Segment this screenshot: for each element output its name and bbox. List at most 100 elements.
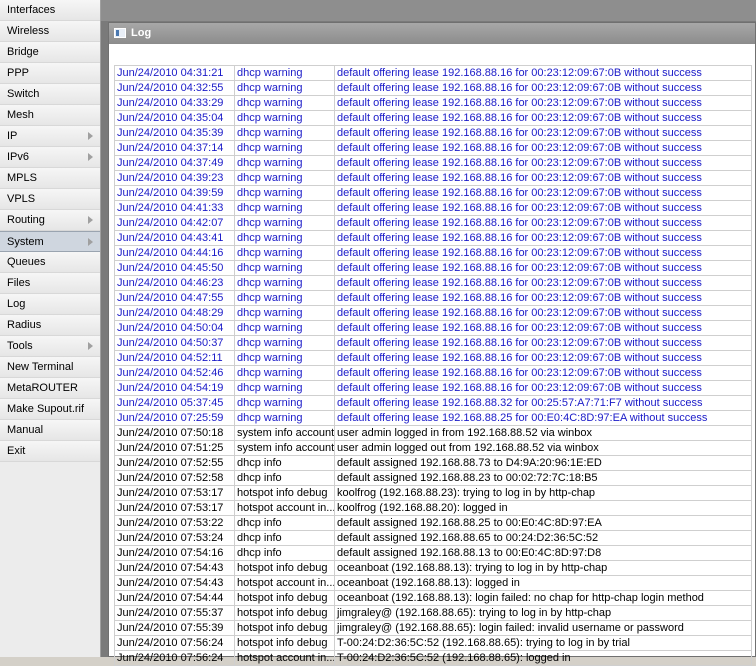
log-row[interactable]: Jun/24/2010 04:35:04 dhcp warning default …	[114, 110, 752, 126]
log-row[interactable]: Jun/24/2010 04:37:49 dhcp warning default …	[114, 155, 752, 171]
log-row[interactable]: Jun/24/2010 04:37:14 dhcp warning default …	[114, 140, 752, 156]
log-row[interactable]: Jun/24/2010 04:43:41 dhcp warning default …	[114, 230, 752, 246]
log-row[interactable]: Jun/24/2010 07:55:39 hotspot info debug ji…	[114, 620, 752, 636]
log-row[interactable]: Jun/24/2010 04:44:16 dhcp warning default …	[114, 245, 752, 261]
sidebar-item-label: Mesh	[7, 109, 34, 121]
log-topics: dhcp info	[234, 470, 335, 486]
log-row[interactable]: Jun/24/2010 07:53:24 dhcp info default ass…	[114, 530, 752, 546]
window-titlebar[interactable]: Log	[109, 23, 755, 44]
log-row[interactable]: Jun/24/2010 04:33:29 dhcp warning default …	[114, 95, 752, 111]
sidebar-item-metarouter[interactable]: MetaROUTER	[0, 378, 100, 399]
log-message: default offering lease 192.168.88.16 for…	[334, 170, 752, 186]
sidebar-item-wireless[interactable]: Wireless	[0, 21, 100, 42]
log-row[interactable]: Jun/24/2010 07:25:59 dhcp warning default …	[114, 410, 752, 426]
log-row[interactable]: Jun/24/2010 04:48:29 dhcp warning default …	[114, 305, 752, 321]
log-topics: dhcp warning	[234, 65, 335, 81]
sidebar-item-interfaces[interactable]: Interfaces	[0, 0, 100, 21]
sidebar-item-mpls[interactable]: MPLS	[0, 168, 100, 189]
log-time: Jun/24/2010 07:56:24	[114, 635, 235, 651]
log-topics: dhcp info	[234, 530, 335, 546]
log-time: Jun/24/2010 04:50:04	[114, 320, 235, 336]
log-row[interactable]: Jun/24/2010 04:42:07 dhcp warning default …	[114, 215, 752, 231]
log-time: Jun/24/2010 07:55:37	[114, 605, 235, 621]
sidebar-item-exit[interactable]: Exit	[0, 441, 100, 462]
log-message: default offering lease 192.168.88.16 for…	[334, 140, 752, 156]
log-topics: dhcp warning	[234, 275, 335, 291]
log-time: Jun/24/2010 04:37:49	[114, 155, 235, 171]
log-message: default offering lease 192.168.88.16 for…	[334, 155, 752, 171]
log-row[interactable]: Jun/24/2010 07:53:22 dhcp info default ass…	[114, 515, 752, 531]
log-row[interactable]: Jun/24/2010 04:46:23 dhcp warning default …	[114, 275, 752, 291]
log-row[interactable]: Jun/24/2010 05:37:45 dhcp warning default …	[114, 395, 752, 411]
sidebar-item-ipv6[interactable]: IPv6	[0, 147, 100, 168]
log-topics: dhcp warning	[234, 230, 335, 246]
log-time: Jun/24/2010 07:54:43	[114, 575, 235, 591]
log-row[interactable]: Jun/24/2010 04:52:11 dhcp warning default …	[114, 350, 752, 366]
sidebar-item-routing[interactable]: Routing	[0, 210, 100, 231]
log-row[interactable]: Jun/24/2010 04:52:46 dhcp warning default …	[114, 365, 752, 381]
sidebar-item-make-supout-rif[interactable]: Make Supout.rif	[0, 399, 100, 420]
log-topics: hotspot info debug	[234, 620, 335, 636]
log-topics: dhcp warning	[234, 350, 335, 366]
log-row[interactable]: Jun/24/2010 07:54:16 dhcp info default ass…	[114, 545, 752, 561]
log-row[interactable]: Jun/24/2010 04:39:59 dhcp warning default …	[114, 185, 752, 201]
log-topics: dhcp warning	[234, 395, 335, 411]
log-topics: hotspot info debug	[234, 635, 335, 651]
log-row[interactable]: Jun/24/2010 07:51:25 system info account u…	[114, 440, 752, 456]
log-topics: dhcp warning	[234, 320, 335, 336]
log-row[interactable]: Jun/24/2010 07:53:17 hotspot info debug ko…	[114, 485, 752, 501]
sidebar-item-manual[interactable]: Manual	[0, 420, 100, 441]
log-time: Jun/24/2010 05:37:45	[114, 395, 235, 411]
log-time: Jun/24/2010 04:41:33	[114, 200, 235, 216]
sidebar-item-ip[interactable]: IP	[0, 126, 100, 147]
log-row[interactable]: Jun/24/2010 07:52:58 dhcp info default ass…	[114, 470, 752, 486]
log-row[interactable]: Jun/24/2010 07:54:44 hotspot info debug oc…	[114, 590, 752, 606]
submenu-arrow-icon	[88, 153, 93, 161]
log-message: koolfrog (192.168.88.23): trying to log …	[334, 485, 752, 501]
sidebar-item-system[interactable]: System	[0, 231, 100, 252]
sidebar-item-bridge[interactable]: Bridge	[0, 42, 100, 63]
sidebar-item-label: VPLS	[7, 193, 36, 205]
sidebar-item-tools[interactable]: Tools	[0, 336, 100, 357]
log-row[interactable]: Jun/24/2010 04:50:04 dhcp warning default …	[114, 320, 752, 336]
log-row[interactable]: Jun/24/2010 07:54:43 hotspot info debug oc…	[114, 560, 752, 576]
submenu-arrow-icon	[88, 342, 93, 350]
log-window: Log Jun/24/2010 04:31:21 dhcp warning defa…	[108, 22, 756, 666]
log-row[interactable]: Jun/24/2010 07:56:24 hotspot account in..…	[114, 650, 752, 666]
log-row[interactable]: Jun/24/2010 04:45:50 dhcp warning default …	[114, 260, 752, 276]
log-row[interactable]: Jun/24/2010 07:53:17 hotspot account in..…	[114, 500, 752, 516]
log-topics: hotspot info debug	[234, 560, 335, 576]
log-row[interactable]: Jun/24/2010 07:52:55 dhcp info default ass…	[114, 455, 752, 471]
log-row[interactable]: Jun/24/2010 07:55:37 hotspot info debug ji…	[114, 605, 752, 621]
sidebar-item-switch[interactable]: Switch	[0, 84, 100, 105]
log-time: Jun/24/2010 07:55:39	[114, 620, 235, 636]
sidebar-item-new-terminal[interactable]: New Terminal	[0, 357, 100, 378]
sidebar-item-mesh[interactable]: Mesh	[0, 105, 100, 126]
sidebar-item-label: Tools	[7, 340, 33, 352]
sidebar-item-queues[interactable]: Queues	[0, 252, 100, 273]
log-row[interactable]: Jun/24/2010 07:56:24 hotspot info debug T-…	[114, 635, 752, 651]
log-topics: hotspot account in...	[234, 650, 335, 666]
log-topics: dhcp warning	[234, 140, 335, 156]
log-topics: dhcp warning	[234, 260, 335, 276]
sidebar-item-vpls[interactable]: VPLS	[0, 189, 100, 210]
sidebar-item-log[interactable]: Log	[0, 294, 100, 315]
log-row[interactable]: Jun/24/2010 04:54:19 dhcp warning default …	[114, 380, 752, 396]
log-message: default assigned 192.168.88.23 to 00:02:…	[334, 470, 752, 486]
log-row[interactable]: Jun/24/2010 07:50:18 system info account u…	[114, 425, 752, 441]
sidebar-item-radius[interactable]: Radius	[0, 315, 100, 336]
sidebar-item-label: PPP	[7, 67, 30, 79]
log-row[interactable]: Jun/24/2010 04:39:23 dhcp warning default …	[114, 170, 752, 186]
log-row[interactable]: Jun/24/2010 07:54:43 hotspot account in..…	[114, 575, 752, 591]
log-row[interactable]: Jun/24/2010 04:31:21 dhcp warning default …	[114, 65, 752, 81]
sidebar-item-files[interactable]: Files	[0, 273, 100, 294]
log-row[interactable]: Jun/24/2010 04:47:55 dhcp warning default …	[114, 290, 752, 306]
log-row[interactable]: Jun/24/2010 04:41:33 dhcp warning default …	[114, 200, 752, 216]
log-row[interactable]: Jun/24/2010 04:32:55 dhcp warning default …	[114, 80, 752, 96]
log-row[interactable]: Jun/24/2010 04:35:39 dhcp warning default …	[114, 125, 752, 141]
log-row[interactable]: Jun/24/2010 04:50:37 dhcp warning default …	[114, 335, 752, 351]
log-time: Jun/24/2010 04:39:23	[114, 170, 235, 186]
sidebar-item-ppp[interactable]: PPP	[0, 63, 100, 84]
log-message: default offering lease 192.168.88.16 for…	[334, 275, 752, 291]
log-message: user admin logged in from 192.168.88.52 …	[334, 425, 752, 441]
